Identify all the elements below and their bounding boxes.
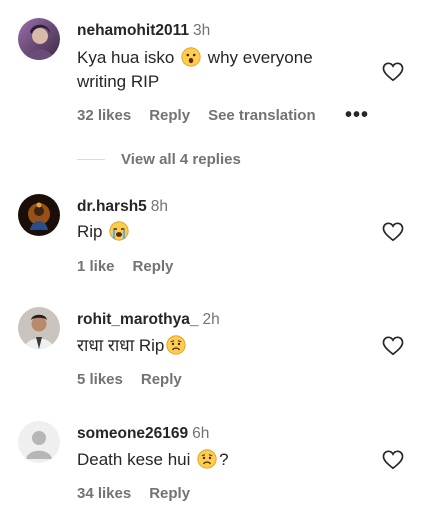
username[interactable]: dr.harsh5	[77, 198, 147, 215]
likes-count[interactable]: 34 likes	[77, 485, 131, 502]
see-translation-button[interactable]: See translation	[208, 107, 316, 124]
heart-icon[interactable]	[382, 62, 404, 82]
loudly-crying-face-icon	[109, 221, 129, 241]
astonished-face-icon	[181, 47, 201, 67]
avatar[interactable]	[18, 18, 60, 60]
heart-icon[interactable]	[382, 222, 404, 242]
more-options-icon[interactable]: •••	[345, 104, 369, 127]
comment-text-part: राधा राधा Rip	[77, 336, 165, 355]
sad-face-icon	[166, 335, 186, 355]
view-replies-button[interactable]: View all 4 replies	[77, 151, 241, 169]
comment-text: Death kese hui ?	[77, 448, 357, 472]
username[interactable]: nehamohit2011	[77, 22, 189, 39]
reply-button[interactable]: Reply	[133, 258, 174, 275]
sad-face-icon	[197, 449, 217, 469]
view-replies-label[interactable]: View all 4 replies	[121, 151, 241, 168]
comment-text-part: ?	[219, 450, 229, 469]
comment-text-part: Kya hua isko	[77, 48, 180, 67]
comment-text: Kya hua isko why everyone writing RIP	[77, 46, 357, 94]
reply-button[interactable]: Reply	[149, 485, 190, 502]
avatar[interactable]	[18, 307, 60, 349]
likes-count[interactable]: 1 like	[77, 258, 115, 275]
reply-button[interactable]: Reply	[141, 371, 182, 388]
timestamp: 8h	[150, 198, 169, 215]
heart-icon[interactable]	[382, 336, 404, 356]
likes-count[interactable]: 32 likes	[77, 107, 131, 124]
reply-button[interactable]: Reply	[149, 107, 190, 124]
timestamp: 6h	[192, 425, 210, 442]
divider	[77, 159, 105, 161]
comment-text-part: Death kese hui	[77, 450, 196, 469]
heart-icon[interactable]	[382, 450, 404, 470]
timestamp: 3h	[193, 22, 211, 39]
username[interactable]: someone26169	[77, 425, 188, 442]
likes-count[interactable]: 5 likes	[77, 371, 123, 388]
comment-text: राधा राधा Rip	[77, 334, 357, 358]
avatar[interactable]	[18, 194, 60, 236]
avatar[interactable]	[18, 421, 60, 463]
comment-text: Rip	[77, 220, 357, 244]
username[interactable]: rohit_marothya_	[77, 311, 198, 328]
comment-text-part: Rip	[77, 222, 108, 241]
timestamp: 2h	[202, 311, 220, 328]
